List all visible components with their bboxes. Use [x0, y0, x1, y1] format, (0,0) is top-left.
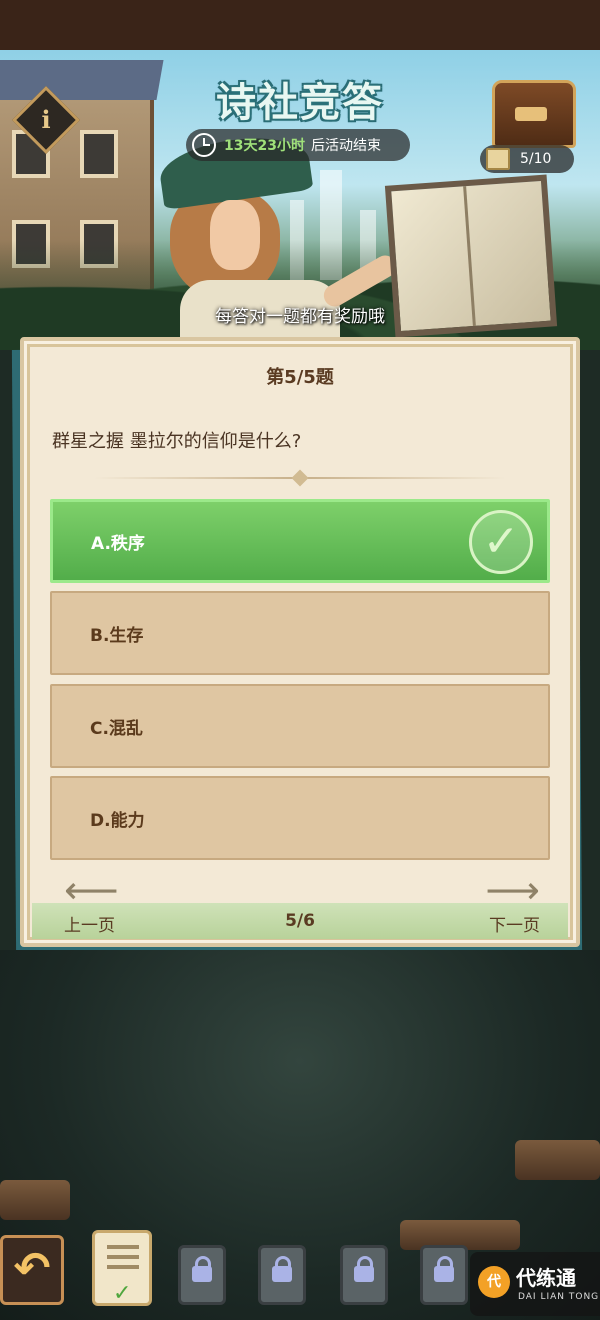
lock-icon	[192, 1256, 212, 1282]
locked-tab[interactable]	[178, 1245, 226, 1305]
back-button[interactable]: ↶	[0, 1235, 64, 1305]
question-text: 群星之握 墨拉尔的信仰是什么?	[52, 431, 302, 452]
option-d-button[interactable]: D.能力	[50, 776, 550, 860]
watermark-logo-icon: 代	[478, 1266, 510, 1298]
option-label: A.秩序	[91, 533, 145, 554]
checkmark-icon: ✓	[469, 510, 533, 574]
lock-icon	[354, 1256, 374, 1282]
option-a-button[interactable]: A.秩序 ✓	[50, 499, 550, 583]
option-c-button[interactable]: C.混乱	[50, 684, 550, 768]
timer-remaining: 13天23小时	[224, 138, 305, 154]
option-label: D.能力	[90, 810, 145, 831]
divider	[94, 477, 506, 479]
reward-hint: 每答对一题都有奖励哦	[215, 307, 385, 327]
quiz-card: 第5/5题 群星之握 墨拉尔的信仰是什么? A.秩序 ✓ B.生存 C.混乱 D…	[20, 337, 580, 947]
event-timer: 13天23小时 后活动结束	[186, 129, 410, 161]
watermark-brand: 代练通	[516, 1266, 576, 1290]
reward-progress: 5/10	[480, 145, 574, 173]
progress-count: 5/10	[520, 151, 552, 167]
document-icon	[107, 1245, 139, 1249]
option-label: B.生存	[90, 625, 144, 646]
arrow-left-icon[interactable]: ⟵	[64, 871, 118, 909]
scroll-icon	[486, 148, 510, 170]
log-decoration	[515, 1140, 600, 1180]
option-label: C.混乱	[90, 718, 143, 739]
arrow-right-icon[interactable]: ⟶	[486, 871, 540, 909]
timer-suffix: 后活动结束	[310, 138, 381, 154]
watermark-brand-en: DAI LIAN TONG	[518, 1292, 600, 1302]
question-tab-active[interactable]: ✓	[92, 1230, 152, 1306]
back-arrow-icon: ↶	[13, 1243, 51, 1294]
log-decoration	[0, 1180, 70, 1220]
locked-tab[interactable]	[420, 1245, 468, 1305]
locked-tab[interactable]	[340, 1245, 388, 1305]
check-icon: ✓	[113, 1281, 132, 1306]
watermark: 代 代练通 DAI LIAN TONG	[470, 1252, 600, 1316]
info-icon: i	[41, 105, 51, 134]
lock-icon	[434, 1256, 454, 1282]
reward-chest-icon[interactable]	[492, 80, 576, 148]
lock-icon	[272, 1256, 292, 1282]
option-b-button[interactable]: B.生存	[50, 591, 550, 675]
locked-tab[interactable]	[258, 1245, 306, 1305]
next-page-button[interactable]: 下一页	[489, 911, 540, 936]
clock-icon	[192, 133, 216, 157]
question-number: 第5/5题	[266, 367, 334, 388]
top-bar	[0, 0, 600, 50]
